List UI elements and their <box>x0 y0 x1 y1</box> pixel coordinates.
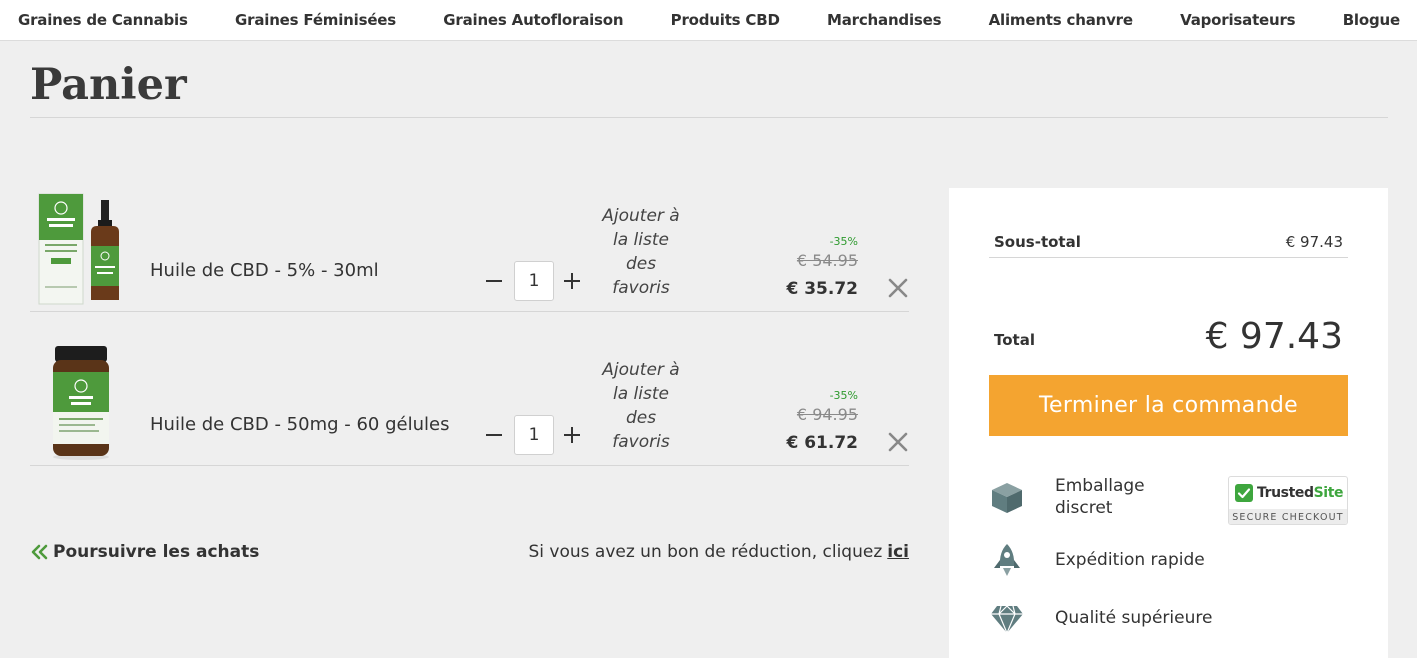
nav-link-produits-cbd[interactable]: Produits CBD <box>671 11 780 29</box>
feature-label: Expédition rapide <box>1055 550 1205 570</box>
quantity-increase-button[interactable] <box>561 267 583 293</box>
feature-label: Emballage discret <box>1055 476 1145 518</box>
feature-discreet-packaging: Emballage discret <box>989 475 1195 519</box>
feature-superior-quality: Qualité supérieure <box>989 600 1212 636</box>
coupon-prompt: Si vous avez un bon de réduction, clique… <box>529 542 910 562</box>
top-navigation: Graines de Cannabis Graines Féminisées G… <box>0 0 1417 41</box>
checkmark-icon <box>1235 484 1253 502</box>
checkout-button[interactable]: Terminer la commande <box>989 375 1348 436</box>
divider <box>30 117 1388 118</box>
quantity-decrease-button[interactable] <box>483 421 505 447</box>
quantity-input[interactable] <box>514 415 554 455</box>
nav-link-marchandises[interactable]: Marchandises <box>827 11 942 29</box>
original-price: € 94.95 <box>796 405 858 424</box>
remove-item-button[interactable] <box>887 431 909 453</box>
add-to-wishlist-link[interactable]: Ajouter à la liste des favoris <box>596 358 686 454</box>
trustedsite-brand: TrustedSite <box>1257 485 1344 501</box>
close-icon <box>888 278 908 298</box>
cart-item: Huile de CBD - 50mg - 60 gélules Ajouter… <box>30 342 909 466</box>
continue-shopping-link[interactable]: Poursuivre les achats <box>30 542 259 562</box>
quantity-decrease-button[interactable] <box>483 267 505 293</box>
feature-label: Qualité supérieure <box>1055 608 1213 628</box>
feature-fast-shipping: Expédition rapide <box>989 542 1205 578</box>
product-name[interactable]: Huile de CBD - 50mg - 60 gélules <box>150 414 449 435</box>
product-name[interactable]: Huile de CBD - 5% - 30ml <box>150 260 379 281</box>
subtotal-label: Sous-total <box>994 233 1081 251</box>
sale-price: € 35.72 <box>786 279 858 299</box>
nav-link-blogue[interactable]: Blogue <box>1343 11 1400 29</box>
total-label: Total <box>994 331 1035 349</box>
nav-link-graines-feminisees[interactable]: Graines Féminisées <box>235 11 396 29</box>
diamond-icon <box>991 605 1023 635</box>
remove-item-button[interactable] <box>887 277 909 299</box>
trustedsite-tagline: SECURE CHECKOUT <box>1229 509 1347 524</box>
order-summary-panel: Sous-total € 97.43 Total € 97.43 Termine… <box>949 188 1388 658</box>
coupon-text: Si vous avez un bon de réduction, clique… <box>528 542 883 562</box>
box-icon <box>992 483 1022 513</box>
coupon-link[interactable]: ici <box>887 542 909 562</box>
double-chevron-left-icon <box>31 544 48 560</box>
cbd-capsules-product-image[interactable] <box>35 342 125 462</box>
rocket-icon <box>994 544 1020 576</box>
divider <box>989 257 1348 258</box>
subtotal-value: € 97.43 <box>1285 233 1343 251</box>
cart-item: Huile de CBD - 5% - 30ml Ajouter à la li… <box>30 188 909 312</box>
discount-badge: -35% <box>829 389 858 402</box>
original-price: € 54.95 <box>796 251 858 270</box>
quantity-increase-button[interactable] <box>561 421 583 447</box>
add-to-wishlist-link[interactable]: Ajouter à la liste des favoris <box>596 204 686 300</box>
trustedsite-badge[interactable]: TrustedSite SECURE CHECKOUT <box>1228 476 1348 525</box>
page-title: Panier <box>30 60 187 110</box>
continue-shopping-label: Poursuivre les achats <box>53 542 260 562</box>
nav-link-vaporisateurs[interactable]: Vaporisateurs <box>1180 11 1295 29</box>
nav-link-aliments-chanvre[interactable]: Aliments chanvre <box>989 11 1133 29</box>
discount-badge: -35% <box>829 235 858 248</box>
total-value: € 97.43 <box>1205 316 1343 357</box>
cbd-oil-product-image[interactable] <box>35 188 125 308</box>
nav-link-graines-autofloraison[interactable]: Graines Autofloraison <box>443 11 623 29</box>
nav-link-graines-cannabis[interactable]: Graines de Cannabis <box>18 11 188 29</box>
quantity-input[interactable] <box>514 261 554 301</box>
close-icon <box>888 432 908 452</box>
sale-price: € 61.72 <box>786 433 858 453</box>
